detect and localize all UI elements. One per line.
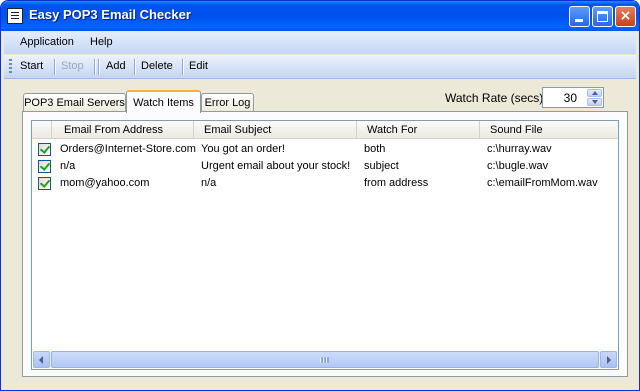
table-row[interactable]: n/a Urgent email about your stock! subje… bbox=[32, 158, 618, 175]
toolbar-separator bbox=[134, 59, 135, 75]
start-button[interactable]: Start bbox=[20, 60, 43, 72]
header-watch-for[interactable]: Watch For bbox=[357, 121, 480, 139]
maximize-icon bbox=[597, 11, 608, 22]
table-row[interactable]: Orders@Internet-Store.com You got an ord… bbox=[32, 141, 618, 158]
row-subject: n/a bbox=[201, 177, 217, 189]
row-checkbox[interactable] bbox=[38, 143, 51, 156]
window-title: Easy POP3 Email Checker bbox=[29, 7, 191, 22]
toolbar-separator bbox=[98, 59, 99, 75]
scrollbar-thumb[interactable] bbox=[51, 351, 599, 368]
tab-watch-items[interactable]: Watch Items bbox=[126, 90, 201, 113]
row-watch-for: subject bbox=[364, 160, 399, 172]
close-button[interactable]: × bbox=[615, 6, 636, 27]
row-sound-file: c:\emailFromMom.wav bbox=[487, 177, 598, 189]
tab-pop3-email-servers[interactable]: POP3 Email Servers bbox=[23, 93, 126, 112]
watch-rate-label: Watch Rate (secs) bbox=[445, 91, 544, 105]
row-watch-for: from address bbox=[364, 177, 429, 189]
toolbar-separator bbox=[54, 59, 55, 75]
row-subject: You got an order! bbox=[201, 143, 285, 155]
header-checkbox-column[interactable] bbox=[32, 121, 52, 139]
toolbar-separator bbox=[94, 59, 95, 75]
toolbar: Start Stop Add Delete Edit bbox=[4, 55, 636, 79]
stop-button[interactable]: Stop bbox=[61, 60, 84, 72]
header-email-subject[interactable]: Email Subject bbox=[194, 121, 357, 139]
scroll-left-icon[interactable] bbox=[33, 351, 50, 368]
spin-down-icon[interactable] bbox=[587, 98, 602, 106]
minimize-icon bbox=[575, 19, 583, 22]
row-sound-file: c:\bugle.wav bbox=[487, 160, 549, 172]
toolbar-grip[interactable] bbox=[9, 59, 12, 75]
row-subject: Urgent email about your stock! bbox=[201, 160, 351, 172]
row-checkbox[interactable] bbox=[38, 177, 51, 190]
toolbar-separator bbox=[182, 59, 183, 75]
watch-items-list[interactable]: Email From Address Email Subject Watch F… bbox=[31, 120, 619, 370]
scroll-right-icon[interactable] bbox=[600, 351, 617, 368]
table-row[interactable]: mom@yahoo.com n/a from address c:\emailF… bbox=[32, 175, 618, 192]
menu-bar: Application Help bbox=[4, 32, 636, 54]
spin-up-icon[interactable] bbox=[587, 89, 602, 97]
watch-rate-value[interactable]: 30 bbox=[543, 91, 577, 105]
header-email-from-address[interactable]: Email From Address bbox=[52, 121, 194, 139]
app-window: Easy POP3 Email Checker × Application He… bbox=[0, 0, 640, 391]
menu-help[interactable]: Help bbox=[90, 36, 113, 48]
maximize-button[interactable] bbox=[592, 6, 613, 27]
title-bar[interactable]: Easy POP3 Email Checker × bbox=[1, 1, 639, 31]
row-sound-file: c:\hurray.wav bbox=[487, 143, 552, 155]
minimize-button[interactable] bbox=[569, 6, 590, 27]
watch-items-panel: Email From Address Email Subject Watch F… bbox=[22, 111, 628, 377]
header-sound-file[interactable]: Sound File bbox=[480, 121, 618, 139]
row-watch-for: both bbox=[364, 143, 386, 155]
tab-error-log[interactable]: Error Log bbox=[201, 93, 254, 112]
app-icon[interactable] bbox=[7, 8, 23, 24]
close-icon: × bbox=[619, 8, 632, 24]
row-from: n/a bbox=[60, 160, 76, 172]
row-from: mom@yahoo.com bbox=[60, 177, 150, 189]
watch-rate-spinner[interactable]: 30 bbox=[542, 87, 604, 108]
horizontal-scrollbar[interactable] bbox=[33, 351, 617, 368]
list-header: Email From Address Email Subject Watch F… bbox=[32, 121, 618, 139]
row-from: Orders@Internet-Store.com bbox=[60, 143, 196, 155]
menu-application[interactable]: Application bbox=[20, 36, 74, 48]
row-checkbox[interactable] bbox=[38, 160, 51, 173]
spinner-buttons bbox=[587, 89, 602, 106]
edit-button[interactable]: Edit bbox=[189, 60, 208, 72]
add-button[interactable]: Add bbox=[106, 60, 126, 72]
delete-button[interactable]: Delete bbox=[141, 60, 173, 72]
